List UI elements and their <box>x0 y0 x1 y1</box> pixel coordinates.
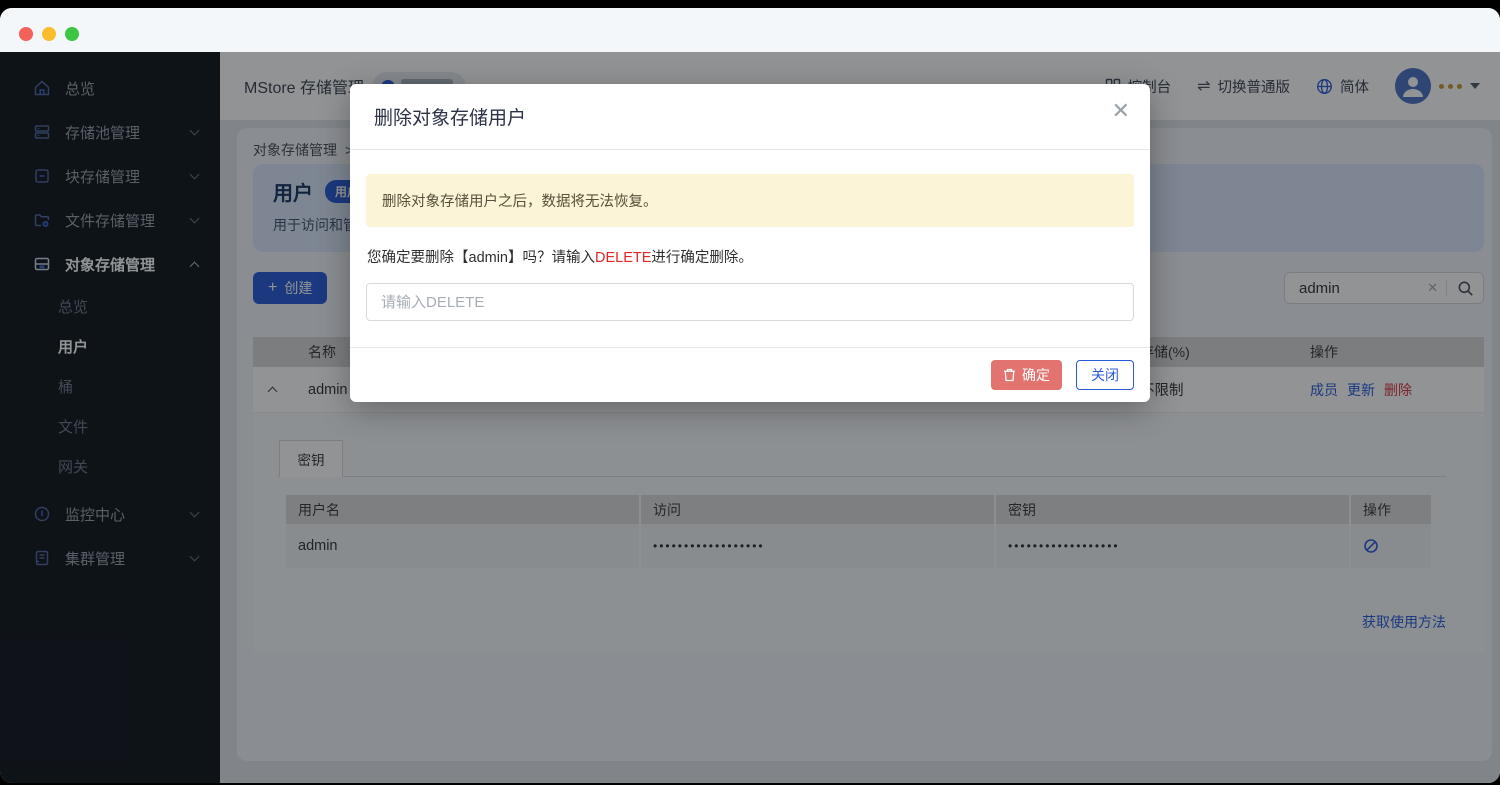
modal-title: 删除对象存储用户 <box>374 108 527 129</box>
minimize-window-button[interactable] <box>42 27 56 41</box>
warning-banner: 删除对象存储用户之后，数据将无法恢复。 <box>366 174 1134 227</box>
app-window: 总览 存储池管理 块存储管理 文件存储管理 对象存储管理 总览 用户 桶 文件 … <box>0 8 1500 783</box>
trash-icon <box>1004 368 1015 382</box>
confirm-delete-button[interactable]: 确定 <box>991 360 1062 390</box>
zoom-window-button[interactable] <box>65 27 79 41</box>
confirm-text: 您确定要删除【admin】吗？请输入DELETE进行确定删除。 <box>367 250 753 266</box>
close-window-button[interactable] <box>19 27 33 41</box>
delete-user-modal: 删除对象存储用户 ✕ 删除对象存储用户之后，数据将无法恢复。 您确定要删除【ad… <box>350 84 1150 402</box>
delete-confirm-input[interactable] <box>366 283 1134 321</box>
titlebar <box>0 8 1500 52</box>
close-icon[interactable]: ✕ <box>1112 98 1130 124</box>
delete-keyword: DELETE <box>595 250 652 266</box>
close-modal-button[interactable]: 关闭 <box>1076 360 1134 390</box>
